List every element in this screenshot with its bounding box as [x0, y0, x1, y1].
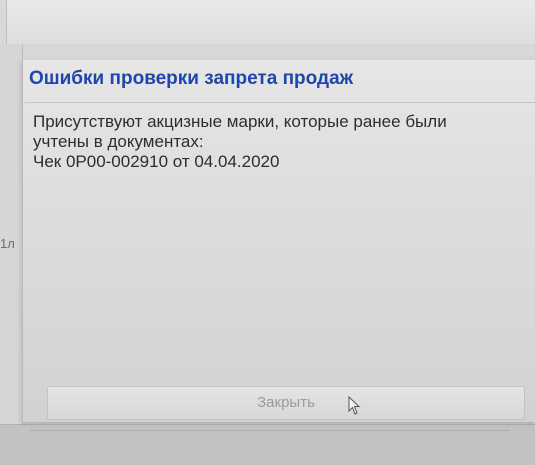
mouse-pointer-icon: [348, 396, 361, 415]
message-line-2: учтены в документах:: [33, 132, 204, 151]
background-window-header: [6, 0, 535, 44]
background-left-panel: [0, 44, 23, 424]
background-left-label: 1л: [0, 236, 15, 251]
close-button[interactable]: Закрыть: [47, 386, 525, 420]
screen: 1л Ошибки проверки запрета продаж Присут…: [0, 0, 535, 465]
error-message: Присутствуют акцизные марки, которые ран…: [33, 112, 528, 172]
sales-restriction-errors-dialog: Ошибки проверки запрета продаж Присутств…: [22, 60, 535, 422]
dialog-title: Ошибки проверки запрета продаж: [29, 68, 354, 89]
message-line-3: Чек 0Р00-002910 от 04.04.2020: [33, 152, 280, 171]
title-divider: [25, 102, 535, 103]
message-line-1: Присутствуют акцизные марки, которые ран…: [33, 112, 447, 131]
background-divider: [30, 430, 510, 431]
